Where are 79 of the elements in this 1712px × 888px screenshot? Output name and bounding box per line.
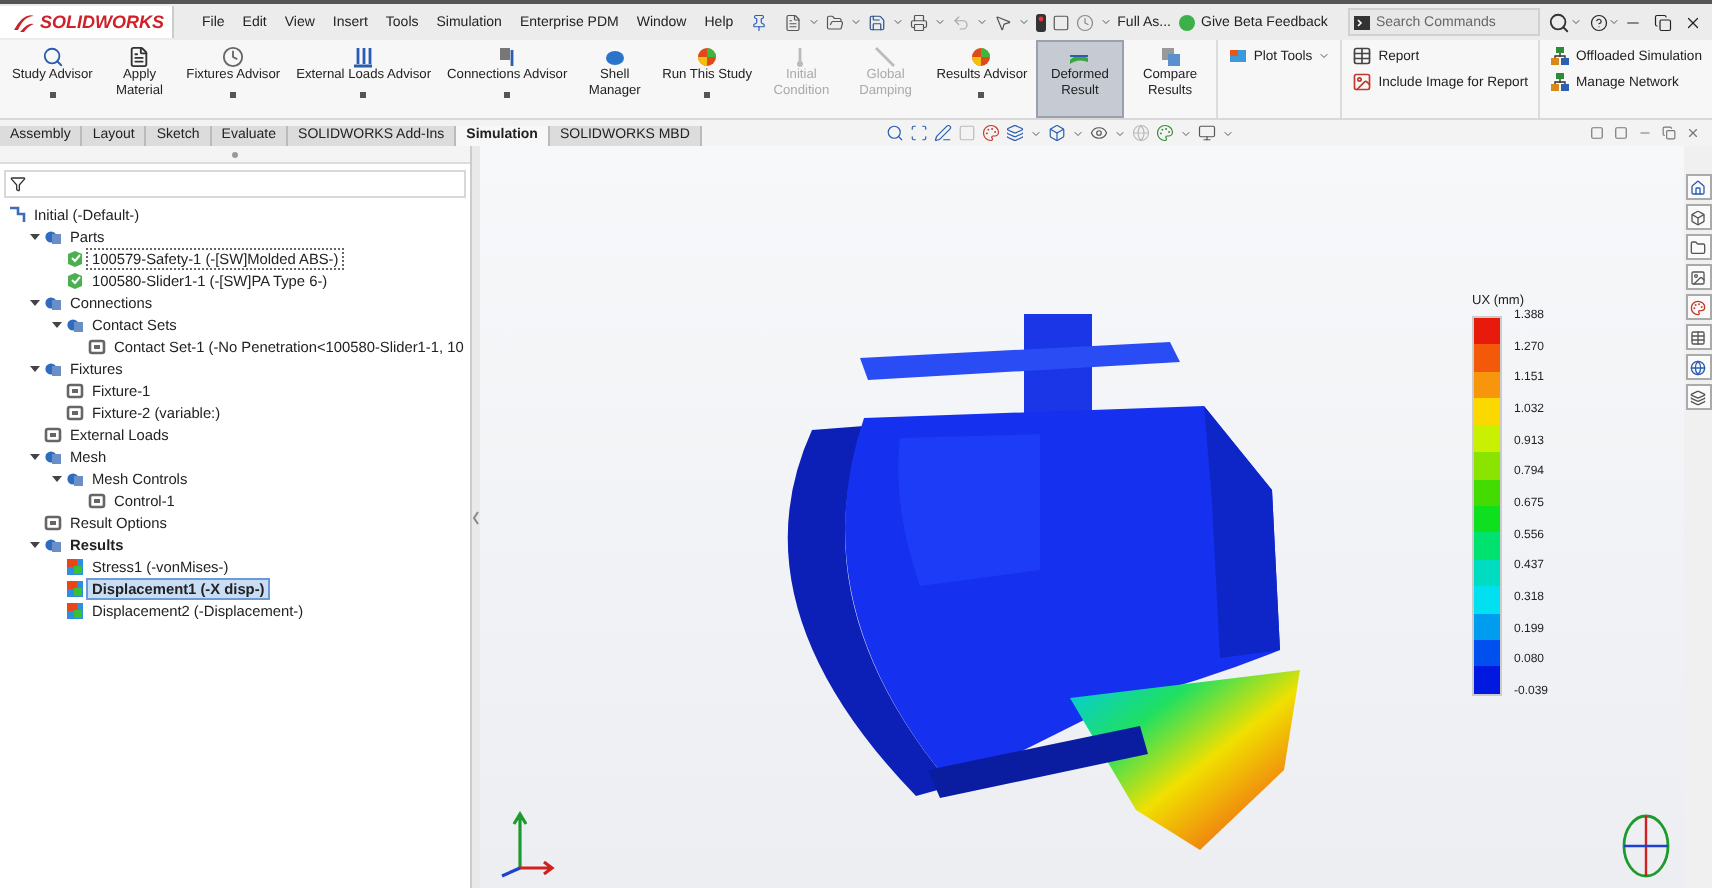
monitor-icon[interactable] [1197, 124, 1216, 142]
run-icon [970, 46, 993, 68]
rotate-view-icon[interactable] [1620, 812, 1672, 880]
axis-triad-icon [496, 808, 556, 880]
logo-icon [12, 11, 36, 33]
toggle-arrow-icon[interactable] [30, 540, 40, 550]
part-icon [66, 250, 84, 268]
appearance-icon[interactable] [1155, 124, 1174, 142]
cube-icon [1690, 209, 1706, 225]
toggle-arrow-icon[interactable] [30, 298, 40, 308]
feature-icon [44, 514, 62, 532]
connector-icon [496, 46, 519, 68]
new-document-icon[interactable] [783, 13, 802, 31]
clock-icon[interactable] [1075, 13, 1094, 31]
appearance-button[interactable] [1685, 294, 1711, 320]
network-icon [1550, 72, 1570, 92]
table-icon [1690, 329, 1706, 345]
palette-icon[interactable] [981, 124, 1000, 142]
image-button[interactable] [1685, 264, 1711, 290]
grip-icon[interactable] [232, 151, 238, 157]
filter-icon [10, 176, 26, 192]
print-icon[interactable] [909, 13, 928, 31]
toggle-arrow-icon[interactable] [30, 452, 40, 462]
close-icon[interactable] [1684, 13, 1702, 31]
search-icon[interactable] [1547, 11, 1570, 33]
feature-icon [44, 426, 62, 444]
network-icon [1550, 46, 1570, 66]
toggle-arrow-icon[interactable] [30, 364, 40, 374]
image-icon [1690, 269, 1706, 285]
clock-icon [222, 46, 245, 68]
folder-button[interactable] [1685, 234, 1711, 260]
feature-icon [88, 492, 106, 510]
zoom-icon[interactable] [885, 124, 904, 142]
home-button[interactable] [1685, 174, 1711, 200]
panel-icon[interactable] [1051, 13, 1070, 31]
result-plot-icon [66, 558, 84, 576]
traffic-light-icon[interactable] [1035, 13, 1046, 31]
feature-icon [88, 338, 106, 356]
restore-icon[interactable] [1654, 13, 1672, 31]
shell-icon [603, 46, 626, 68]
library-button[interactable] [1685, 204, 1711, 230]
toggle-arrow-icon[interactable] [52, 474, 62, 484]
cube-icon[interactable] [1047, 124, 1066, 142]
app-logo: SOLIDWORKS [40, 12, 164, 32]
previous-view-icon[interactable] [933, 124, 952, 142]
layers-icon [1690, 389, 1706, 405]
tile-icon[interactable] [1590, 126, 1604, 140]
study-icon [8, 206, 26, 224]
palette-icon [1690, 299, 1706, 315]
toggle-arrow-icon[interactable] [30, 232, 40, 242]
layers-icon[interactable] [1005, 124, 1024, 142]
eye-icon[interactable] [1089, 124, 1108, 142]
zoom-area-icon[interactable] [909, 124, 928, 142]
compare-icon [1159, 46, 1182, 68]
report-icon [1352, 46, 1373, 66]
help-icon[interactable] [1589, 13, 1608, 31]
open-folder-icon[interactable] [825, 13, 844, 31]
run-icon [696, 46, 719, 68]
image-icon [1352, 72, 1373, 92]
save-icon[interactable] [867, 13, 886, 31]
select-icon[interactable] [993, 13, 1012, 31]
splitter-handle-icon[interactable] [472, 509, 480, 525]
feature-icon [66, 382, 84, 400]
result-plot-icon [66, 580, 84, 598]
globe-button[interactable] [1685, 354, 1711, 380]
globe-icon [1690, 359, 1706, 375]
tile-icon[interactable] [1614, 126, 1628, 140]
filter-field[interactable] [4, 170, 466, 198]
search-icon [41, 46, 64, 68]
list-icon [128, 46, 151, 68]
properties-button[interactable] [1685, 324, 1711, 350]
part-icon [66, 272, 84, 290]
toggle-arrow-icon[interactable] [52, 320, 62, 330]
forum-button[interactable] [1685, 384, 1711, 410]
result-plot-icon [66, 602, 84, 620]
plot-icon [1227, 46, 1248, 66]
pin-icon[interactable] [749, 13, 768, 31]
feature-icon [66, 404, 84, 422]
home-icon [1690, 179, 1706, 195]
